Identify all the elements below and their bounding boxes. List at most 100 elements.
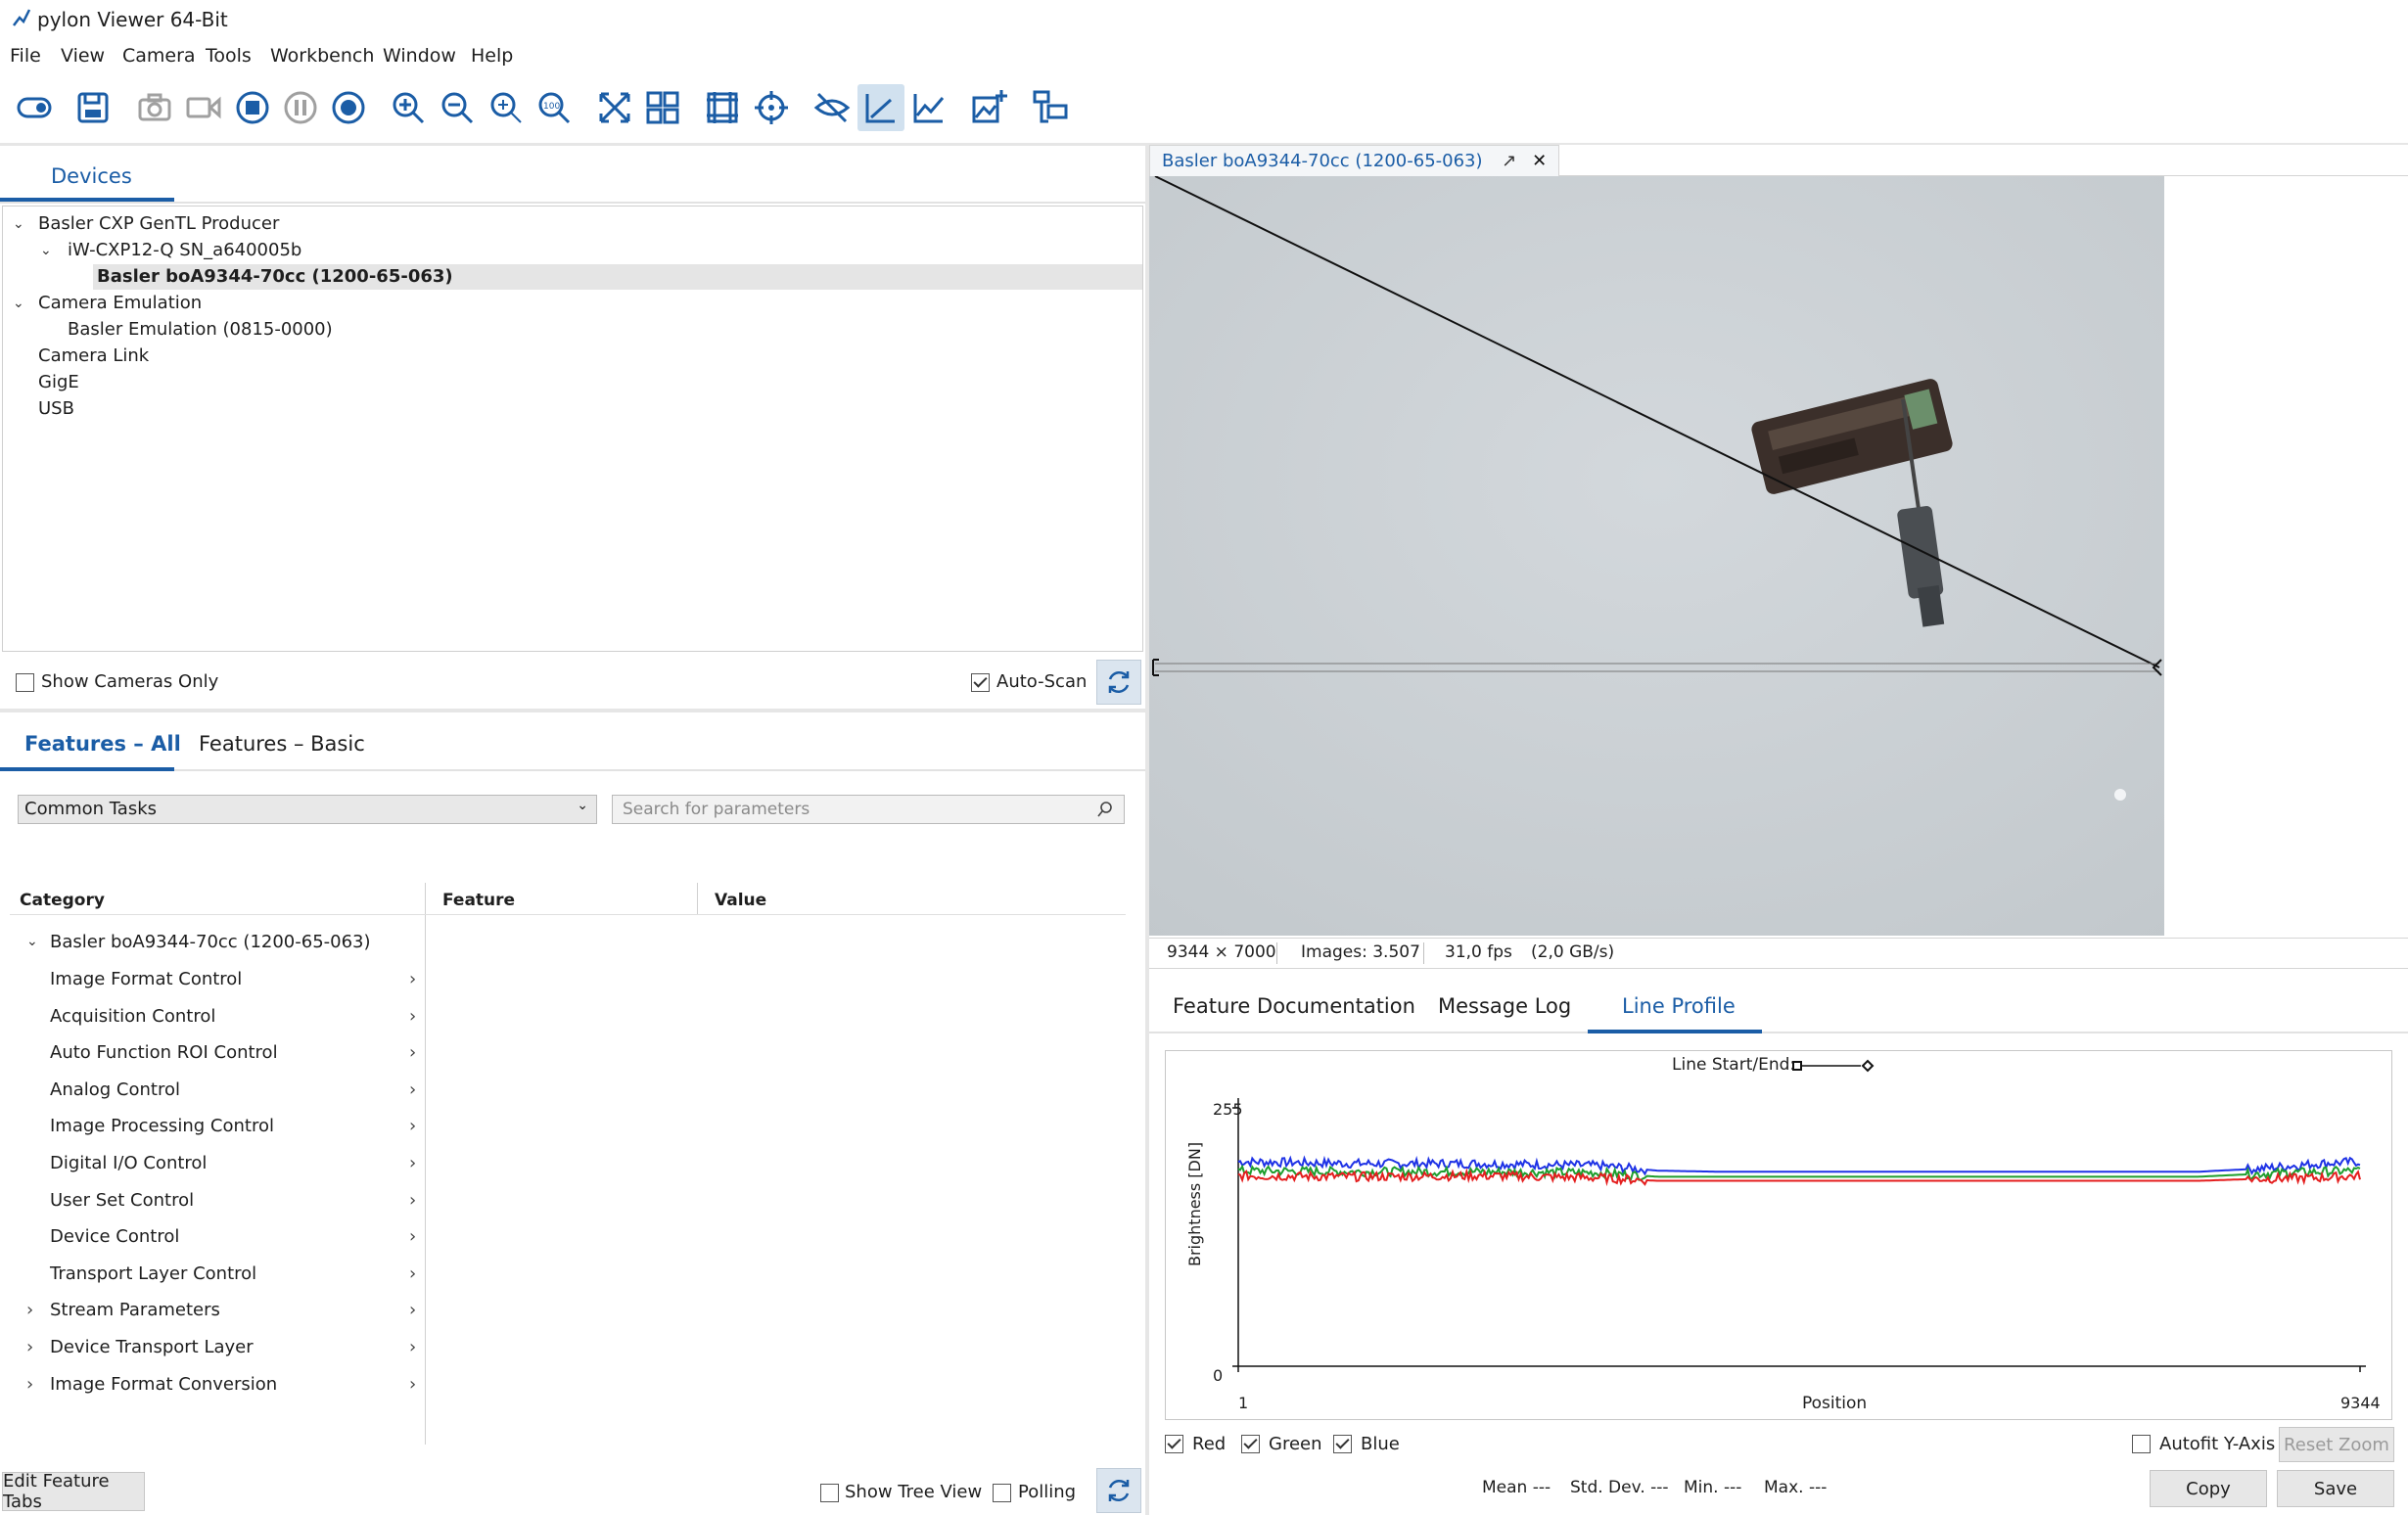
feature-category-item[interactable]: Stream Parameters — [50, 1300, 220, 1320]
column-value[interactable]: Value — [715, 891, 766, 910]
tab-feature-documentation[interactable]: Feature Documentation — [1173, 994, 1415, 1018]
add-image-icon[interactable] — [966, 84, 1013, 131]
chevron-right-icon[interactable]: › — [409, 1263, 416, 1284]
line-profile-chart[interactable]: Line Start/End: Brightness [DN] Position… — [1165, 1050, 2392, 1420]
histogram-icon[interactable] — [905, 84, 952, 131]
zoom-out-icon[interactable] — [434, 84, 481, 131]
menu-workbench[interactable]: Workbench — [270, 45, 374, 67]
grid-layout-icon[interactable] — [639, 84, 686, 131]
tab-line-profile[interactable]: Line Profile — [1622, 994, 1736, 1018]
chevron-right-icon[interactable]: › — [409, 1190, 416, 1211]
menu-view[interactable]: View — [61, 45, 105, 67]
devices-tabbar: Devices — [0, 147, 1145, 204]
tab-devices[interactable]: Devices — [51, 164, 132, 188]
reset-zoom-button[interactable]: Reset Zoom — [2279, 1427, 2394, 1462]
parameter-search-input[interactable]: Search for parameters — [612, 795, 1125, 824]
feature-category-item[interactable]: Auto Function ROI Control — [50, 1042, 278, 1063]
line-profile-icon[interactable] — [857, 84, 904, 131]
tree-node-basler-emulation[interactable]: Basler Emulation (0815-0000) — [68, 319, 333, 340]
chevron-down-icon[interactable]: ⌄ — [40, 243, 52, 258]
auto-scan-checkbox[interactable] — [971, 673, 990, 692]
save-button[interactable]: Save — [2277, 1470, 2394, 1507]
menu-tools[interactable]: Tools — [206, 45, 252, 67]
chevron-right-icon[interactable]: › — [409, 1006, 416, 1027]
menu-file[interactable]: File — [10, 45, 41, 67]
feature-category-item[interactable]: Analog Control — [50, 1079, 180, 1100]
blue-checkbox[interactable] — [1333, 1435, 1352, 1453]
refresh-devices-button[interactable] — [1096, 660, 1141, 705]
polling-checkbox[interactable] — [993, 1484, 1011, 1502]
tab-features-all[interactable]: Features – All — [24, 732, 181, 756]
chevron-right-icon[interactable]: › — [26, 1374, 33, 1395]
chevron-right-icon[interactable]: › — [26, 1300, 33, 1320]
column-feature[interactable]: Feature — [442, 891, 515, 910]
chevron-right-icon[interactable]: › — [409, 969, 416, 989]
column-category[interactable]: Category — [20, 891, 105, 910]
tree-node-framegrabber[interactable]: iW-CXP12-Q SN_a640005b — [68, 240, 301, 260]
tab-message-log[interactable]: Message Log — [1438, 994, 1571, 1018]
menu-bar: File View Camera Tools Workbench Window … — [0, 41, 2408, 72]
feature-root-camera[interactable]: Basler boA9344-70cc (1200-65-063) — [50, 932, 371, 952]
fullscreen-icon[interactable] — [591, 84, 638, 131]
green-checkbox[interactable] — [1241, 1435, 1260, 1453]
autofit-y-axis-checkbox[interactable] — [2132, 1435, 2151, 1453]
image-viewport[interactable] — [1149, 175, 2408, 936]
chevron-down-icon[interactable]: ⌄ — [13, 216, 24, 232]
common-tasks-dropdown[interactable]: Common Tasks ⌄ — [18, 795, 597, 824]
refresh-features-button[interactable] — [1096, 1468, 1141, 1513]
red-checkbox[interactable] — [1165, 1435, 1183, 1453]
zoom-in-icon[interactable] — [385, 84, 432, 131]
edit-feature-tabs-button[interactable]: Edit Feature Tabs — [2, 1471, 145, 1512]
feature-category-item[interactable]: Image Format Conversion — [50, 1374, 277, 1395]
popout-icon[interactable]: ↗ — [1502, 151, 1516, 171]
tree-node-camera-link[interactable]: Camera Link — [38, 345, 149, 366]
feature-category-item[interactable]: Digital I/O Control — [50, 1153, 207, 1173]
pixel-grid-icon[interactable] — [699, 84, 746, 131]
feature-category-item[interactable]: User Set Control — [50, 1190, 194, 1211]
record-icon[interactable] — [325, 84, 372, 131]
tab-image-window[interactable]: Basler boA9344-70cc (1200-65-063) ↗ ✕ — [1149, 145, 1560, 176]
chevron-right-icon[interactable]: › — [26, 1337, 33, 1357]
feature-category-item[interactable]: Image Processing Control — [50, 1116, 274, 1136]
chevron-right-icon[interactable]: › — [409, 1374, 416, 1395]
tab-devices-indicator — [0, 198, 174, 202]
chevron-right-icon[interactable]: › — [409, 1079, 416, 1100]
chevron-right-icon[interactable]: › — [409, 1153, 416, 1173]
show-cameras-only-checkbox[interactable] — [16, 673, 34, 692]
pause-icon[interactable] — [277, 84, 324, 131]
chevron-right-icon[interactable]: › — [409, 1300, 416, 1320]
show-tree-view-checkbox[interactable] — [820, 1484, 839, 1502]
camera-snapshot-icon[interactable] — [131, 84, 178, 131]
tab-features-basic[interactable]: Features – Basic — [199, 732, 365, 756]
video-icon[interactable] — [180, 84, 227, 131]
chevron-down-icon[interactable]: ⌄ — [13, 296, 24, 311]
tree-node-camera-boa9344[interactable]: Basler boA9344-70cc (1200-65-063) — [97, 266, 453, 287]
hide-overlay-icon[interactable] — [809, 84, 856, 131]
chevron-down-icon[interactable]: ⌄ — [26, 934, 38, 949]
stop-icon[interactable] — [229, 84, 276, 131]
crosshair-icon[interactable] — [748, 84, 795, 131]
menu-camera[interactable]: Camera — [122, 45, 196, 67]
tree-node-gige[interactable]: GigE — [38, 372, 79, 392]
chevron-right-icon[interactable]: › — [409, 1226, 416, 1247]
menu-help[interactable]: Help — [471, 45, 513, 67]
tree-node-cxp-producer[interactable]: Basler CXP GenTL Producer — [38, 213, 279, 234]
chevron-right-icon[interactable]: › — [409, 1042, 416, 1063]
feature-category-item[interactable]: Image Format Control — [50, 969, 242, 989]
tree-node-camera-emulation[interactable]: Camera Emulation — [38, 293, 202, 313]
copy-button[interactable]: Copy — [2150, 1470, 2267, 1507]
close-icon[interactable]: ✕ — [1532, 151, 1547, 171]
chevron-right-icon[interactable]: › — [409, 1116, 416, 1136]
feature-category-item[interactable]: Device Control — [50, 1226, 179, 1247]
feature-category-item[interactable]: Acquisition Control — [50, 1006, 215, 1027]
feature-category-item[interactable]: Transport Layer Control — [50, 1263, 256, 1284]
chevron-right-icon[interactable]: › — [409, 1337, 416, 1357]
zoom-100-icon[interactable]: 100 — [531, 84, 578, 131]
menu-window[interactable]: Window — [383, 45, 456, 67]
tree-node-usb[interactable]: USB — [38, 398, 74, 419]
feature-category-item[interactable]: Device Transport Layer — [50, 1337, 254, 1357]
zoom-fit-icon[interactable] — [483, 84, 530, 131]
save-icon[interactable] — [69, 84, 116, 131]
workbench-icon[interactable] — [1027, 84, 1074, 131]
toggle-icon[interactable] — [11, 84, 58, 131]
